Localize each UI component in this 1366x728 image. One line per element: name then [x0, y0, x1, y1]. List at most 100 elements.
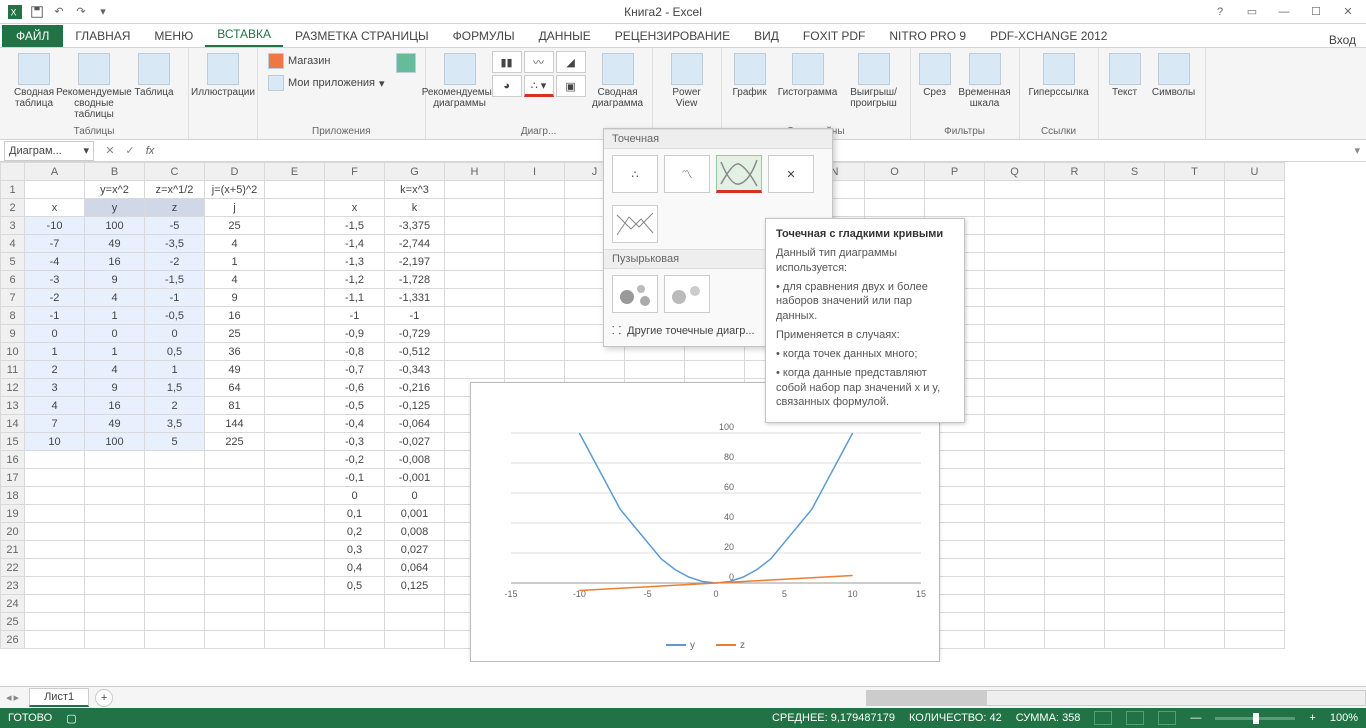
table-button[interactable]: Таблица [126, 51, 182, 100]
sparkline-column-button[interactable]: Гистограмма [776, 51, 840, 100]
chart-other-icon[interactable]: ▣ [556, 75, 586, 97]
tab-page-layout[interactable]: РАЗМЕТКА СТРАНИЦЫ [283, 25, 441, 47]
slicer-button[interactable]: Срез [917, 51, 953, 100]
row-header[interactable]: 17 [1, 469, 25, 487]
col-header[interactable]: U [1225, 163, 1285, 181]
ribbon-collapse-icon[interactable]: ▭ [1240, 3, 1264, 21]
col-header[interactable]: G [385, 163, 445, 181]
row-header[interactable]: 26 [1, 631, 25, 649]
add-sheet-button[interactable]: + [95, 689, 113, 707]
col-header[interactable]: E [265, 163, 325, 181]
zoom-level[interactable]: 100% [1330, 712, 1358, 724]
row-header[interactable]: 22 [1, 559, 25, 577]
col-header[interactable]: B [85, 163, 145, 181]
row-header[interactable]: 25 [1, 613, 25, 631]
tab-file[interactable]: ФАЙЛ [2, 25, 63, 47]
tab-home[interactable]: ГЛАВНАЯ [63, 25, 142, 47]
tab-formulas[interactable]: ФОРМУЛЫ [441, 25, 527, 47]
row-header[interactable]: 23 [1, 577, 25, 595]
chart-line-icon[interactable]: 〰 [524, 51, 554, 73]
col-header[interactable]: I [505, 163, 565, 181]
chart-area-icon[interactable]: ◢ [556, 51, 586, 73]
chart-pie-icon[interactable]: ◕ [492, 75, 522, 97]
row-header[interactable]: 15 [1, 433, 25, 451]
tab-review[interactable]: РЕЦЕНЗИРОВАНИЕ [603, 25, 742, 47]
view-pagebreak-icon[interactable] [1158, 711, 1176, 725]
row-header[interactable]: 19 [1, 505, 25, 523]
row-header[interactable]: 13 [1, 397, 25, 415]
tab-view[interactable]: ВИД [742, 25, 791, 47]
zoom-slider[interactable] [1215, 717, 1295, 720]
row-header[interactable]: 18 [1, 487, 25, 505]
sparkline-winloss-button[interactable]: Выигрыш/проигрыш [844, 51, 904, 111]
row-header[interactable]: 9 [1, 325, 25, 343]
horizontal-scrollbar[interactable] [866, 690, 1366, 706]
col-header[interactable]: Q [985, 163, 1045, 181]
col-header[interactable]: S [1105, 163, 1165, 181]
chart-column-icon[interactable]: ▮▮ [492, 51, 522, 73]
scatter-straight-markers-icon[interactable]: ✕ [768, 155, 814, 193]
row-header[interactable]: 3 [1, 217, 25, 235]
row-header[interactable]: 8 [1, 307, 25, 325]
col-header[interactable]: A [25, 163, 85, 181]
row-header[interactable]: 1 [1, 181, 25, 199]
row-header[interactable]: 2 [1, 199, 25, 217]
scatter-smooth-markers-icon[interactable]: 〽 [664, 155, 710, 193]
pivot-table-button[interactable]: Сводная таблица [6, 51, 62, 111]
redo-icon[interactable]: ↷ [72, 3, 90, 21]
row-header[interactable]: 14 [1, 415, 25, 433]
tab-pdfxchange[interactable]: PDF-XChange 2012 [978, 25, 1119, 47]
zoom-in-icon[interactable]: + [1309, 712, 1315, 724]
bing-button[interactable] [393, 51, 419, 75]
sign-in[interactable]: Вход [1329, 33, 1366, 47]
row-header[interactable]: 12 [1, 379, 25, 397]
row-header[interactable]: 10 [1, 343, 25, 361]
timeline-button[interactable]: Временная шкала [957, 51, 1013, 111]
my-apps-button[interactable]: Мои приложения ▾ [264, 73, 389, 93]
view-pagelayout-icon[interactable] [1126, 711, 1144, 725]
embedded-chart[interactable]: 020406080100-15-10-5051015yz [470, 382, 940, 662]
col-header[interactable]: O [865, 163, 925, 181]
close-icon[interactable]: ✕ [1336, 3, 1360, 21]
enter-formula-icon[interactable]: ✓ [122, 144, 138, 157]
maximize-icon[interactable]: ☐ [1304, 3, 1328, 21]
row-header[interactable]: 11 [1, 361, 25, 379]
col-header[interactable]: D [205, 163, 265, 181]
row-header[interactable]: 5 [1, 253, 25, 271]
pivot-chart-button[interactable]: Сводная диаграмма [590, 51, 646, 111]
tab-data[interactable]: ДАННЫЕ [527, 25, 603, 47]
sheet-nav-last-icon[interactable]: ▸ [14, 691, 20, 704]
row-header[interactable]: 4 [1, 235, 25, 253]
expand-formula-icon[interactable]: ▾ [1348, 144, 1366, 157]
col-header[interactable]: P [925, 163, 985, 181]
row-header[interactable]: 6 [1, 271, 25, 289]
row-header[interactable]: 21 [1, 541, 25, 559]
hyperlink-button[interactable]: Гиперссылка [1026, 51, 1092, 100]
symbols-button[interactable]: Символы [1149, 51, 1199, 100]
cancel-formula-icon[interactable]: ✕ [102, 144, 118, 157]
minimize-icon[interactable]: — [1272, 3, 1296, 21]
recommended-pivot-button[interactable]: Рекомендуемые сводные таблицы [66, 51, 122, 122]
sheet-tab[interactable]: Лист1 [29, 688, 89, 707]
tab-menu[interactable]: Меню [142, 25, 205, 47]
row-header[interactable]: 24 [1, 595, 25, 613]
scatter-straight-lines-icon[interactable] [612, 205, 658, 243]
tab-foxit[interactable]: Foxit PDF [791, 25, 877, 47]
name-box[interactable]: Диаграм...▾ [4, 141, 94, 161]
zoom-out-icon[interactable]: — [1190, 712, 1201, 724]
chevron-down-icon[interactable]: ▾ [83, 144, 89, 157]
recommended-charts-button[interactable]: Рекомендуемые диаграммы [432, 51, 488, 111]
col-header[interactable]: C [145, 163, 205, 181]
fx-icon[interactable]: fx [142, 145, 158, 157]
bubble-3d-icon[interactable] [664, 275, 710, 313]
view-normal-icon[interactable] [1094, 711, 1112, 725]
text-button[interactable]: Текст [1105, 51, 1145, 100]
qat-customize-icon[interactable]: ▾ [94, 3, 112, 21]
tab-insert[interactable]: ВСТАВКА [205, 23, 283, 47]
illustrations-button[interactable]: Иллюстрации [195, 51, 251, 100]
chart-scatter-icon[interactable]: ∴ ▾ [524, 75, 554, 97]
row-header[interactable]: 7 [1, 289, 25, 307]
undo-icon[interactable]: ↶ [50, 3, 68, 21]
excel-icon[interactable]: X [6, 3, 24, 21]
store-button[interactable]: Магазин [264, 51, 389, 71]
